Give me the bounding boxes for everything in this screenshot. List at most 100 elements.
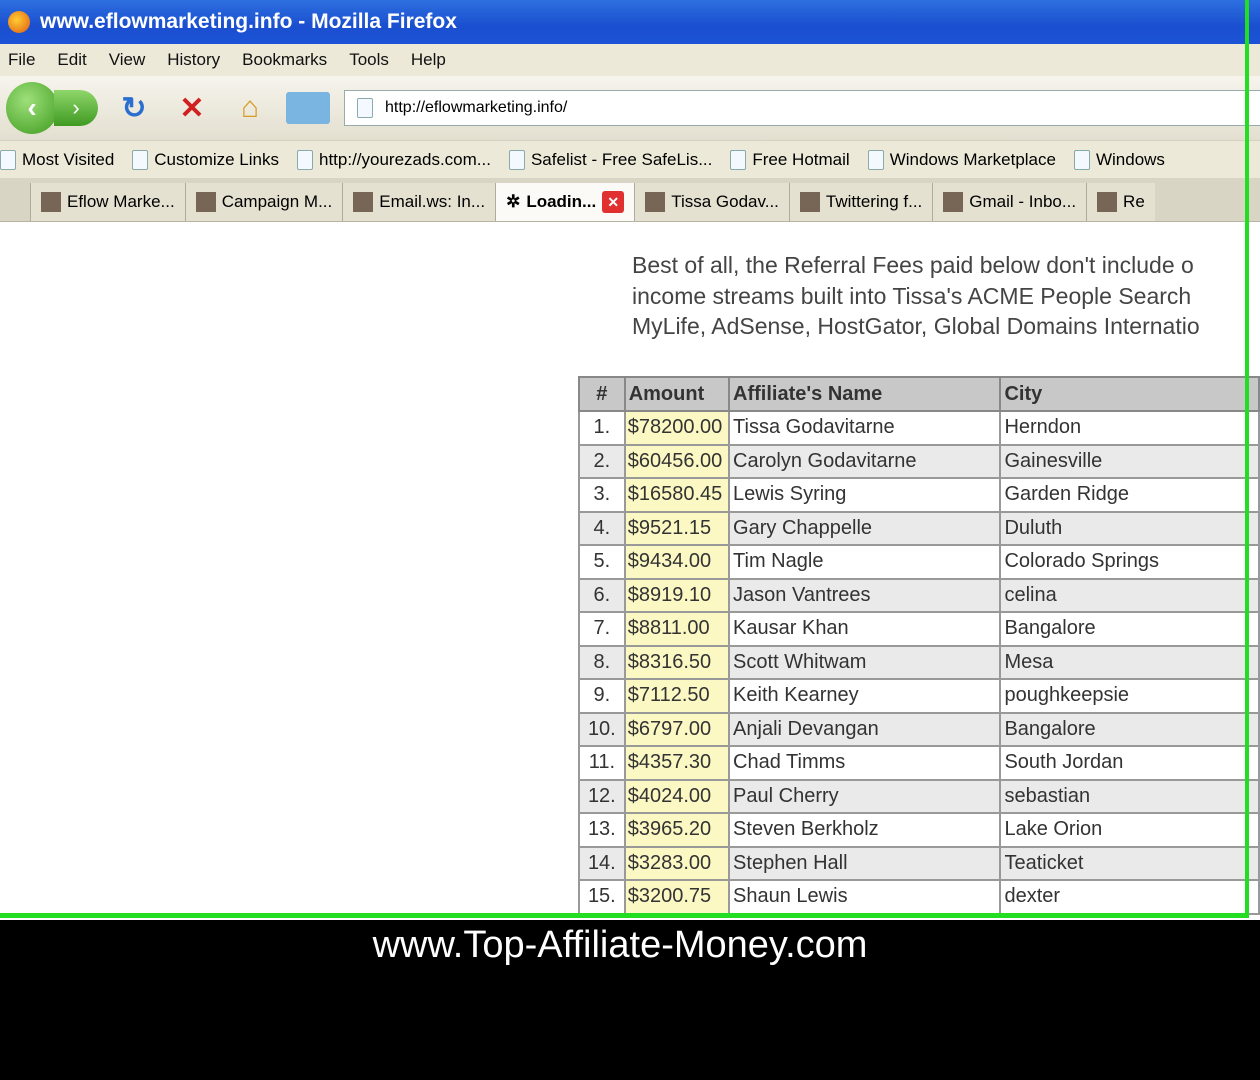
tab-favicon: [799, 192, 820, 212]
bookmark-item[interactable]: Most Visited: [0, 149, 114, 170]
cell-amount: $9521.15: [623, 510, 731, 546]
tab[interactable]: Email.ws: In...: [342, 183, 496, 221]
menu-help[interactable]: Help: [411, 50, 446, 70]
reload-icon[interactable]: ↻: [112, 91, 156, 126]
cell-city: Gainesville: [999, 443, 1260, 479]
watermark-url: www.Top-Affiliate-Money.com: [372, 924, 868, 966]
bookmark-icon: [508, 149, 525, 170]
tab-bar: Eflow Marke... Campaign M... Email.ws: In.…: [0, 178, 1260, 222]
bookmark-label: Customize Links: [154, 149, 279, 169]
menu-view[interactable]: View: [109, 50, 146, 70]
tab[interactable]: Campaign M...: [184, 183, 343, 221]
tab-favicon: [1097, 192, 1118, 212]
cell-amount: $6797.00: [623, 711, 731, 747]
cell-amount: $4357.30: [623, 745, 731, 781]
cell-name: Gary Chappelle: [728, 510, 1002, 546]
table-row: 1. $78200.00 Tissa Godavitarne Herndon: [578, 410, 1260, 446]
tab-label: Re: [1123, 192, 1145, 211]
bookmark-icon: [132, 149, 149, 170]
tab-favicon: [195, 192, 216, 212]
table-row: 15. $3200.75 Shaun Lewis dexter: [578, 879, 1260, 915]
table-row: 2. $60456.00 Carolyn Godavitarne Gainesvill…: [578, 443, 1260, 479]
tab[interactable]: Twittering f...: [788, 183, 933, 221]
bookmark-item[interactable]: http://yourezads.com...: [297, 149, 491, 170]
table-row: 7. $8811.00 Kausar Khan Bangalore: [578, 611, 1260, 647]
cell-name: Jason Vantrees: [728, 577, 1002, 613]
bookmarks-toolbar: Most Visited Customize Links http://yourez…: [0, 140, 1260, 178]
menu-history[interactable]: History: [167, 50, 220, 70]
table-row: 13. $3965.20 Steven Berkholz Lake Orion: [578, 812, 1260, 848]
tab[interactable]: Re: [1086, 183, 1155, 221]
tab[interactable]: Eflow Marke...: [30, 183, 185, 221]
bookmark-icon: [730, 149, 747, 170]
title-bar: www.eflowmarketing.info - Mozilla Firefo…: [0, 0, 1260, 44]
bookmark-item[interactable]: Windows: [1073, 149, 1165, 170]
cell-name: Keith Kearney: [728, 678, 1002, 714]
tab-label: Loadin...: [526, 192, 597, 211]
table-row: 6. $8919.10 Jason Vantrees celina: [578, 577, 1260, 613]
table-row: 11. $4357.30 Chad Timms South Jordan: [578, 745, 1260, 781]
cell-rank: 12.: [578, 778, 626, 814]
menu-edit[interactable]: Edit: [57, 50, 86, 70]
browser-window: www.eflowmarketing.info - Mozilla Firefo…: [0, 0, 1260, 920]
intro-line: Best of all, the Referral Fees paid belo…: [632, 252, 1194, 278]
cell-city: Colorado Springs: [999, 544, 1260, 580]
tab[interactable]: Tissa Godav...: [634, 183, 789, 221]
stop-icon[interactable]: ✕: [170, 91, 214, 126]
navigation-toolbar: ‹ › ↻ ✕ ⌂ http://eflowmarketing.info/: [0, 76, 1260, 140]
bookmark-icon: [867, 149, 884, 170]
cell-amount: $78200.00: [623, 410, 731, 446]
referral-fees-table: # Amount Affiliate's Name City 1. $78200.…: [578, 376, 1260, 915]
url-text: http://eflowmarketing.info/: [385, 99, 568, 116]
cell-rank: 7.: [578, 611, 626, 647]
menu-file[interactable]: File: [8, 50, 35, 70]
tab-favicon: [353, 192, 374, 212]
cell-name: Scott Whitwam: [728, 644, 1002, 680]
back-button[interactable]: ‹: [6, 82, 58, 134]
cell-rank: 14.: [578, 845, 626, 881]
cell-rank: 2.: [578, 443, 626, 479]
tab-label: Tissa Godav...: [671, 192, 779, 211]
cell-amount: $7112.50: [623, 678, 731, 714]
tab-label: Eflow Marke...: [67, 192, 175, 211]
cell-amount: $8316.50: [623, 644, 731, 680]
home-icon[interactable]: ⌂: [228, 91, 272, 125]
bookmark-item[interactable]: Customize Links: [132, 149, 279, 170]
cell-name: Shaun Lewis: [728, 879, 1002, 915]
cell-name: Stephen Hall: [728, 845, 1002, 881]
forward-button[interactable]: ›: [54, 90, 98, 126]
cell-name: Paul Cherry: [728, 778, 1002, 814]
cell-rank: 11.: [578, 745, 626, 781]
cell-rank: 9.: [578, 678, 626, 714]
bookmark-item[interactable]: Windows Marketplace: [867, 149, 1056, 170]
close-tab-icon[interactable]: ✕: [602, 191, 625, 213]
cell-rank: 6.: [578, 577, 626, 613]
menu-tools[interactable]: Tools: [349, 50, 389, 70]
tab[interactable]: Gmail - Inbo...: [932, 183, 1087, 221]
bookmark-icon: [0, 149, 16, 170]
cell-city: sebastian: [999, 778, 1260, 814]
page-content: Best of all, the Referral Fees paid belo…: [0, 224, 1260, 920]
addon-icon[interactable]: [286, 92, 330, 124]
cell-name: Carolyn Godavitarne: [728, 443, 1002, 479]
cell-city: dexter: [999, 879, 1260, 915]
bookmark-item[interactable]: Free Hotmail: [730, 149, 850, 170]
tab-favicon: [943, 192, 964, 212]
cell-name: Steven Berkholz: [728, 812, 1002, 848]
bookmark-label: http://yourezads.com...: [319, 149, 491, 169]
url-bar[interactable]: http://eflowmarketing.info/: [344, 90, 1260, 126]
bookmark-label: Free Hotmail: [752, 149, 850, 169]
cell-city: South Jordan: [999, 745, 1260, 781]
menu-bookmarks[interactable]: Bookmarks: [242, 50, 327, 70]
cell-rank: 8.: [578, 644, 626, 680]
cell-name: Lewis Syring: [728, 477, 1002, 513]
intro-line: MyLife, AdSense, HostGator, Global Domai…: [632, 313, 1200, 339]
tab-label: Email.ws: In...: [379, 192, 486, 211]
bookmark-item[interactable]: Safelist - Free SafeLis...: [508, 149, 712, 170]
cell-city: celina: [999, 577, 1260, 613]
cell-amount: $9434.00: [623, 544, 731, 580]
tab-label: Twittering f...: [825, 192, 923, 211]
tab[interactable]: ✲ Loadin... ✕: [495, 183, 635, 221]
col-amount: Amount: [623, 376, 731, 412]
cell-amount: $3283.00: [623, 845, 731, 881]
